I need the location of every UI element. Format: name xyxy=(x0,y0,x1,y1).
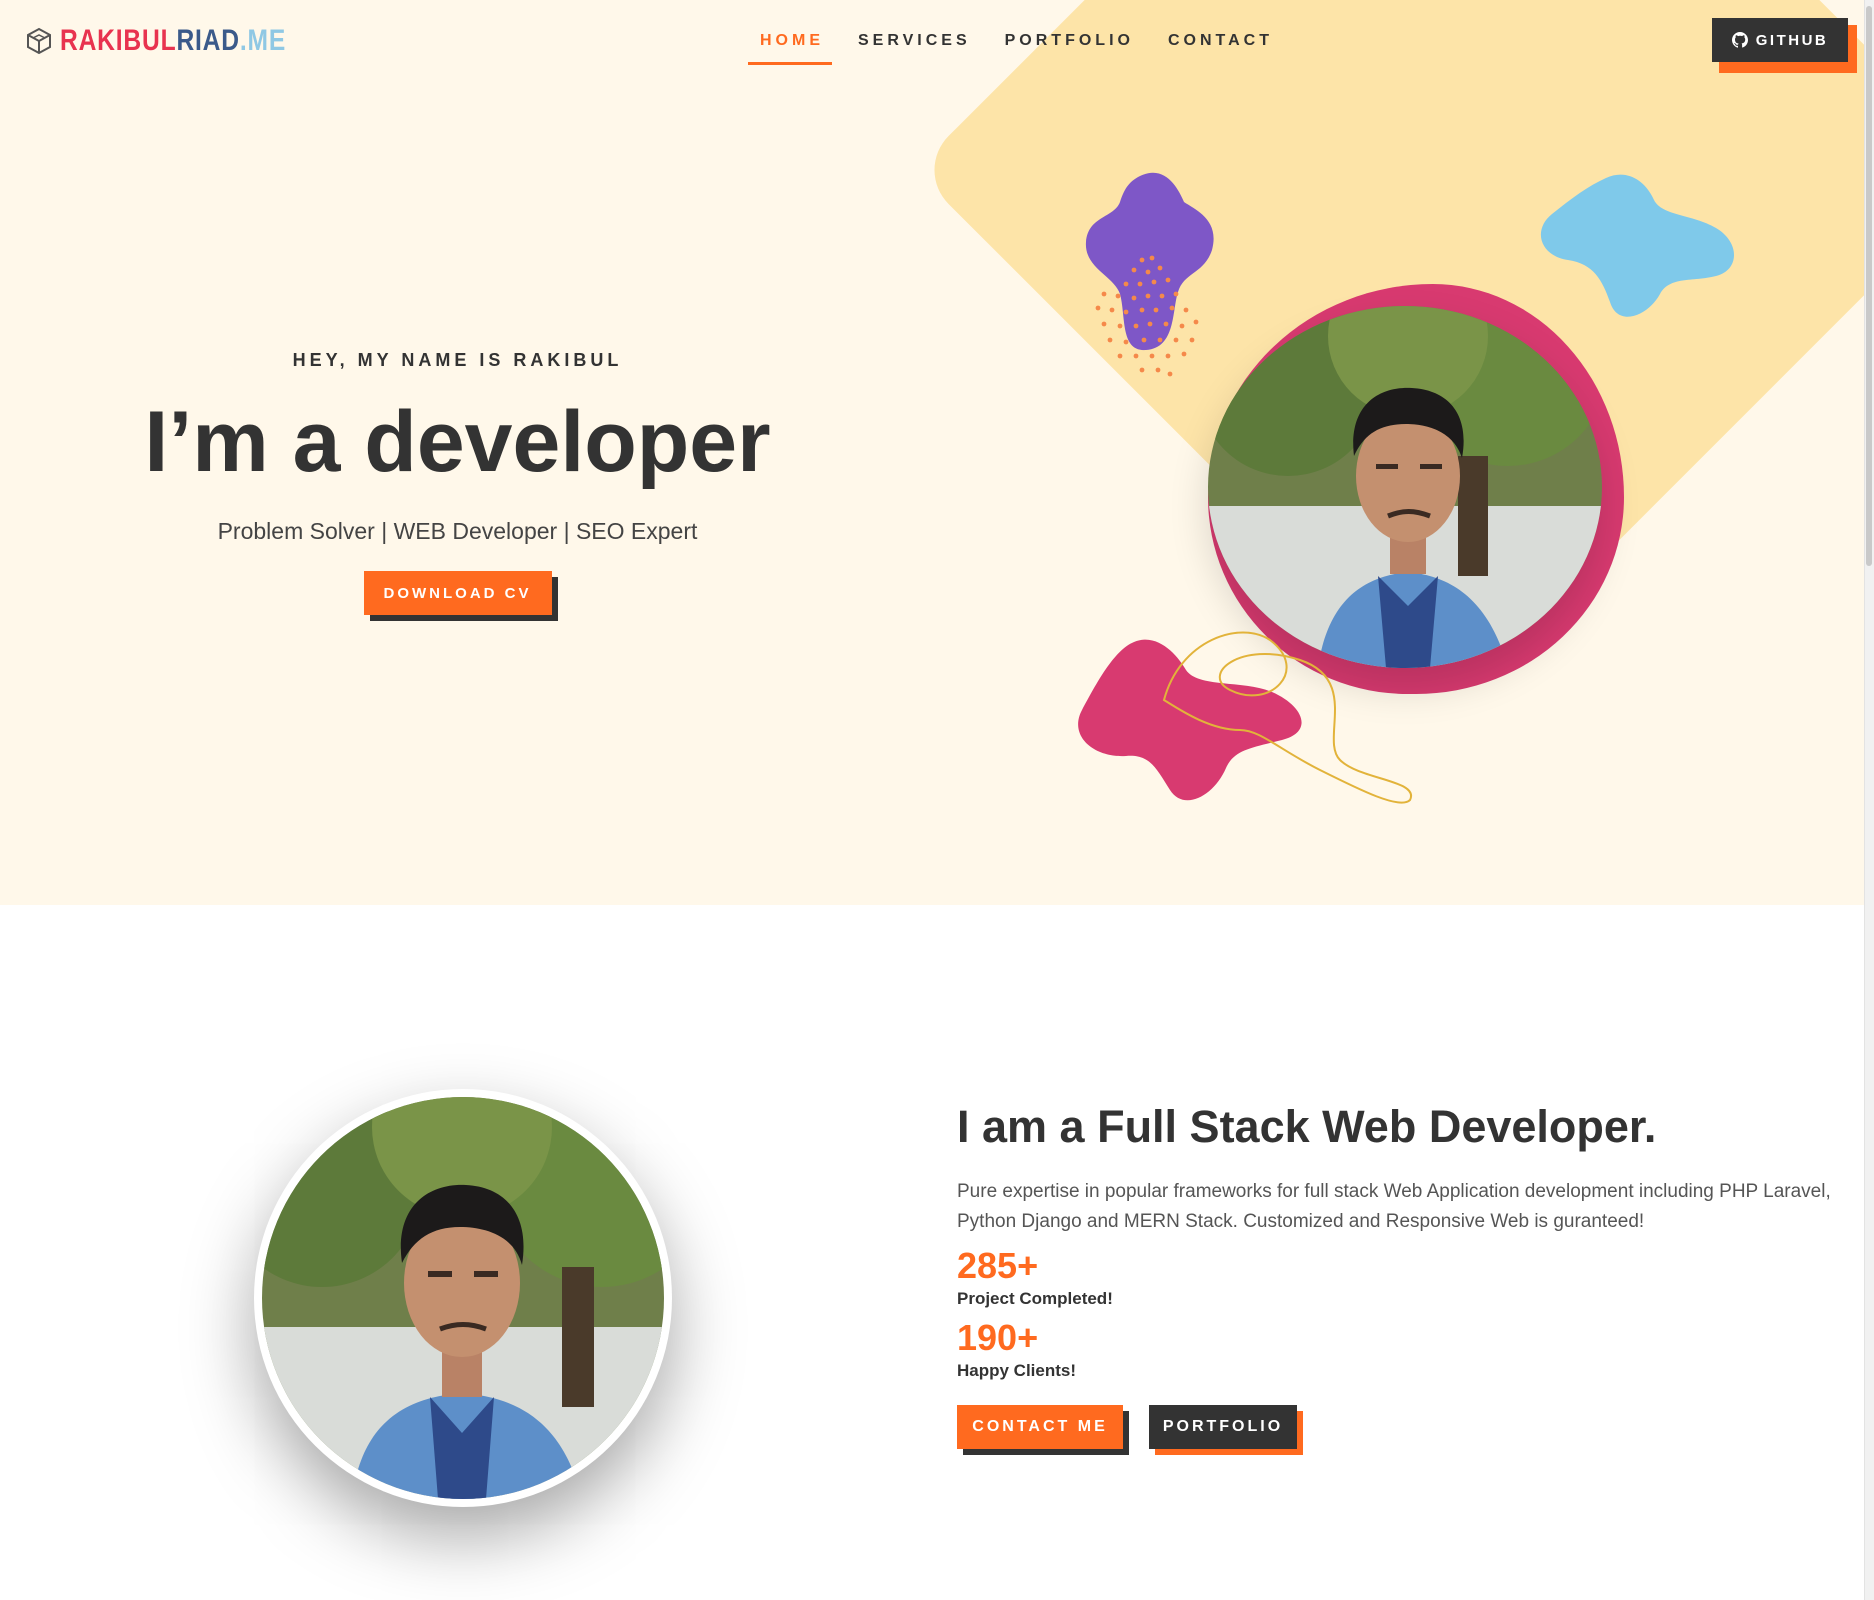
logo-part-2: RIAD xyxy=(176,24,240,57)
hero-headline: I’m a developer xyxy=(144,394,771,490)
github-icon xyxy=(1731,32,1748,48)
about-photo-frame xyxy=(254,1089,672,1507)
about-buttons: CONTACT ME PORTFOLIO xyxy=(957,1405,1837,1455)
site-header: RAKIBULRIAD.ME HOME SERVICES PORTFOLIO C… xyxy=(0,0,1864,82)
portrait-illustration xyxy=(1208,306,1602,668)
nav-services[interactable]: SERVICES xyxy=(846,28,979,65)
github-button[interactable]: GITHUB xyxy=(1712,18,1848,62)
blue-blob-decoration xyxy=(1540,174,1734,317)
page-scrollbar[interactable] xyxy=(1864,0,1874,1600)
logo-part-3: .ME xyxy=(239,24,287,57)
portfolio-button[interactable]: PORTFOLIO xyxy=(1149,1405,1297,1449)
about-description: Pure expertise in popular frameworks for… xyxy=(957,1181,1831,1232)
site-logo[interactable]: RAKIBULRIAD.ME xyxy=(26,24,336,58)
portrait-illustration xyxy=(262,1097,664,1499)
stat-clients-label: Happy Clients! xyxy=(957,1361,1077,1380)
about-title: I am a Full Stack Web Developer. xyxy=(957,1101,1657,1152)
page: RAKIBULRIAD.ME HOME SERVICES PORTFOLIO C… xyxy=(0,0,1874,1600)
scrollbar-thumb[interactable] xyxy=(1866,6,1872,566)
stat-clients-value: 190+ xyxy=(957,1317,1039,1358)
logo-text: RAKIBULRIAD.ME xyxy=(60,24,286,58)
hero-tagline: Problem Solver | WEB Developer | SEO Exp… xyxy=(217,518,698,544)
cube-logo-icon xyxy=(27,27,51,55)
squiggle-line-decoration xyxy=(1162,631,1413,804)
stat-projects-label: Project Completed! xyxy=(957,1289,1113,1308)
github-label: GITHUB xyxy=(1755,31,1829,49)
stat-projects-value: 285+ xyxy=(957,1245,1039,1286)
download-cv-wrap: DOWNLOAD CV xyxy=(363,571,558,621)
dots-decoration xyxy=(1095,255,1199,377)
hero-section: RAKIBULRIAD.ME HOME SERVICES PORTFOLIO C… xyxy=(0,0,1864,905)
hero-profile-photo xyxy=(1208,306,1602,668)
hero-text-block: HEY, MY NAME IS RAKIBUL I’m a developer … xyxy=(120,350,795,621)
hero-greeting: HEY, MY NAME IS RAKIBUL xyxy=(292,350,623,370)
download-cv-button[interactable]: DOWNLOAD CV xyxy=(363,571,552,615)
portfolio-wrap: PORTFOLIO xyxy=(1149,1405,1303,1455)
about-section: I am a Full Stack Web Developer. Pure ex… xyxy=(0,905,1864,1600)
main-nav: HOME SERVICES PORTFOLIO CONTACT xyxy=(748,28,1295,65)
github-button-wrap: GITHUB xyxy=(1712,18,1857,73)
nav-contact[interactable]: CONTACT xyxy=(1156,28,1281,65)
nav-home[interactable]: HOME xyxy=(748,28,832,65)
about-profile-photo xyxy=(262,1097,664,1499)
about-text-block: I am a Full Stack Web Developer. Pure ex… xyxy=(957,1101,1837,1455)
logo-part-1: RAKIBUL xyxy=(60,24,177,57)
contact-me-wrap: CONTACT ME xyxy=(957,1405,1129,1455)
nav-portfolio[interactable]: PORTFOLIO xyxy=(993,28,1142,65)
contact-me-button[interactable]: CONTACT ME xyxy=(957,1405,1123,1449)
